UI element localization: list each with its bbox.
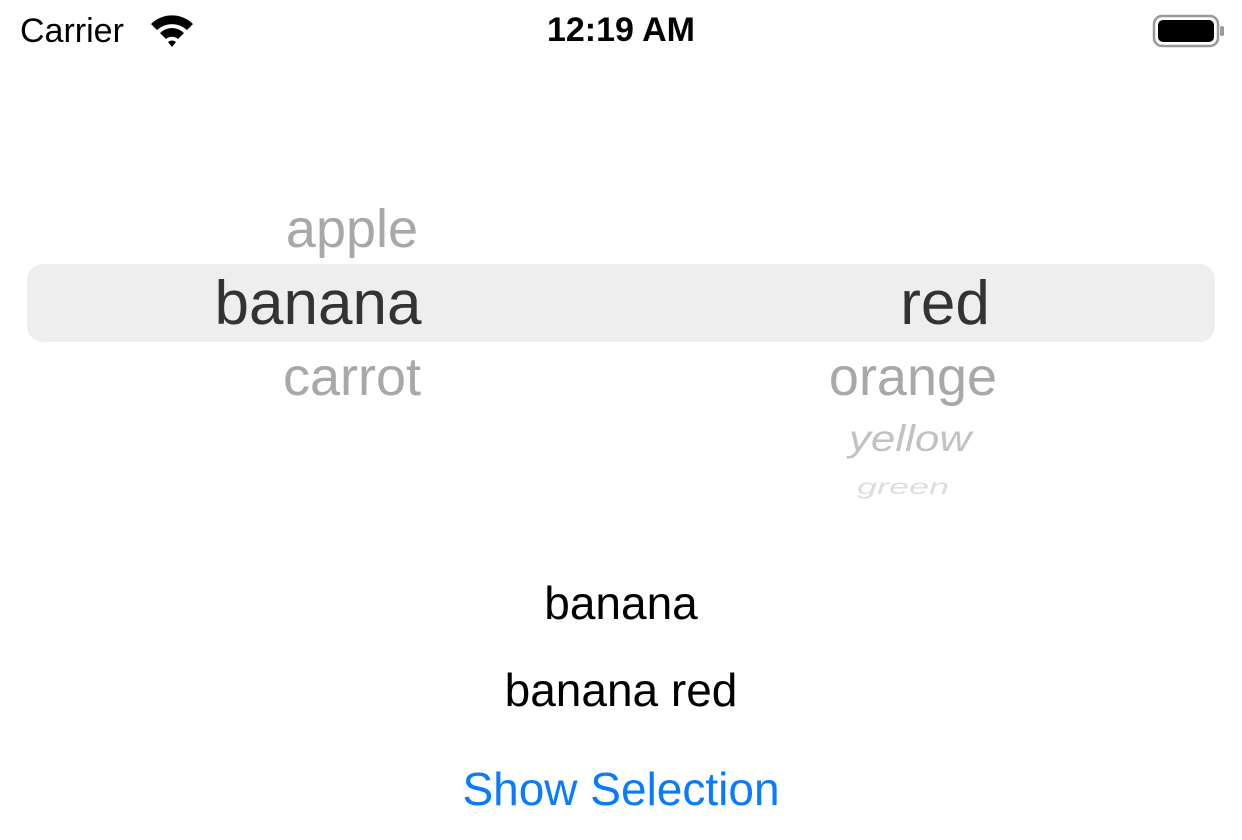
picker-row[interactable]: carrot [152,346,552,408]
picker-row-selected[interactable]: banana [118,268,518,339]
clock-time: 12:19 AM [546,11,696,49]
selection-label: banana [544,577,698,629]
status-bar: Carrier 12:19 AM [0,0,1242,64]
picker-row[interactable]: apple [152,198,552,260]
combined-selection-label: banana red [504,664,738,716]
battery-icon [1152,14,1224,48]
picker-row-selected[interactable]: red [745,268,1145,339]
picker-row[interactable]: orange [713,346,1113,408]
picker-view[interactable]: apple banana carrot red orange yellow gr… [0,190,1242,520]
show-selection-button[interactable]: Show Selection [0,762,1242,816]
picker-row[interactable]: yellow [710,418,1110,461]
picker-row[interactable]: green [703,474,1103,499]
